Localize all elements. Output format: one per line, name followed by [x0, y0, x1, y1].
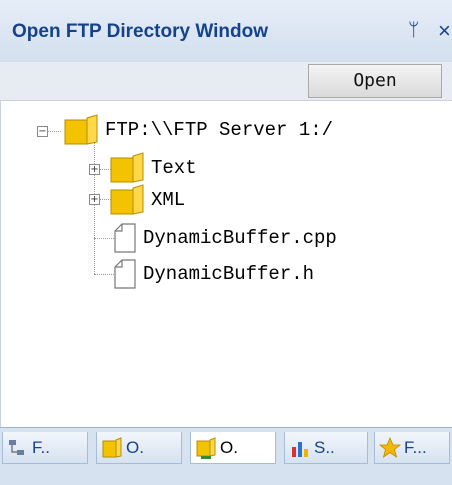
- window-title: Open FTP Directory Window: [12, 21, 268, 42]
- open-button[interactable]: Open: [308, 64, 442, 98]
- tree-item-label: DynamicBuffer.h: [143, 263, 315, 285]
- tree-item-xml[interactable]: XML: [109, 184, 186, 215]
- file-icon: [114, 259, 136, 289]
- tab-open-directory[interactable]: O.: [96, 432, 182, 464]
- star-icon: [379, 436, 401, 458]
- title-bar: Open FTP Directory Window ᛘ ×: [0, 0, 452, 63]
- ftp-directory-window: Open FTP Directory Window ᛘ × Open − FTP…: [0, 0, 452, 485]
- tree-item-dynamicbuffer-h[interactable]: DynamicBuffer.h: [113, 259, 314, 289]
- tab-label: F..: [32, 437, 50, 457]
- expand-toggle-xml[interactable]: +: [89, 194, 100, 205]
- tree-connector: [94, 274, 114, 275]
- expand-toggle-text[interactable]: +: [89, 164, 100, 175]
- folder-icon: [64, 114, 98, 145]
- toolbar: Open: [0, 62, 452, 101]
- tree-view-icon: [9, 439, 24, 455]
- tab-file-tree[interactable]: F..: [2, 432, 88, 464]
- panel-tab-strip: F.. O. O. S.. F...: [0, 427, 452, 485]
- pin-icon[interactable]: ᛘ: [408, 20, 419, 42]
- tree-item-dynamicbuffer-cpp[interactable]: DynamicBuffer.cpp: [113, 223, 337, 253]
- tab-favorites[interactable]: F...: [374, 432, 450, 464]
- tree-item-label: DynamicBuffer.cpp: [143, 227, 337, 249]
- folder-icon: [110, 184, 144, 215]
- tree-root-label: FTP:\\FTP Server 1:/: [105, 119, 334, 141]
- tab-label: O.: [126, 437, 144, 457]
- tree-root-node[interactable]: FTP:\\FTP Server 1:/: [63, 114, 334, 145]
- ftp-folder-icon: [196, 436, 216, 459]
- tab-statistics[interactable]: S..: [284, 432, 368, 464]
- tree-item-text[interactable]: Text: [109, 152, 197, 183]
- close-icon[interactable]: ×: [438, 18, 451, 44]
- file-icon: [114, 223, 136, 253]
- tree-item-label: Text: [151, 157, 197, 179]
- tree-connector: [94, 141, 95, 274]
- tab-open-ftp-directory[interactable]: O.: [190, 432, 276, 464]
- tree-connector: [47, 131, 61, 132]
- tab-label: F...: [404, 437, 427, 457]
- tree-connector: [94, 238, 114, 239]
- chart-icon: [292, 441, 308, 457]
- folder-icon: [102, 436, 122, 458]
- collapse-toggle-root[interactable]: −: [37, 126, 48, 137]
- folder-icon: [110, 152, 144, 183]
- tab-label: O.: [220, 437, 238, 457]
- tab-label: S..: [314, 437, 335, 457]
- tree-item-label: XML: [151, 189, 186, 211]
- ftp-tree-view[interactable]: − FTP:\\FTP Server 1:/ + Text + XML Dyna…: [0, 101, 452, 427]
